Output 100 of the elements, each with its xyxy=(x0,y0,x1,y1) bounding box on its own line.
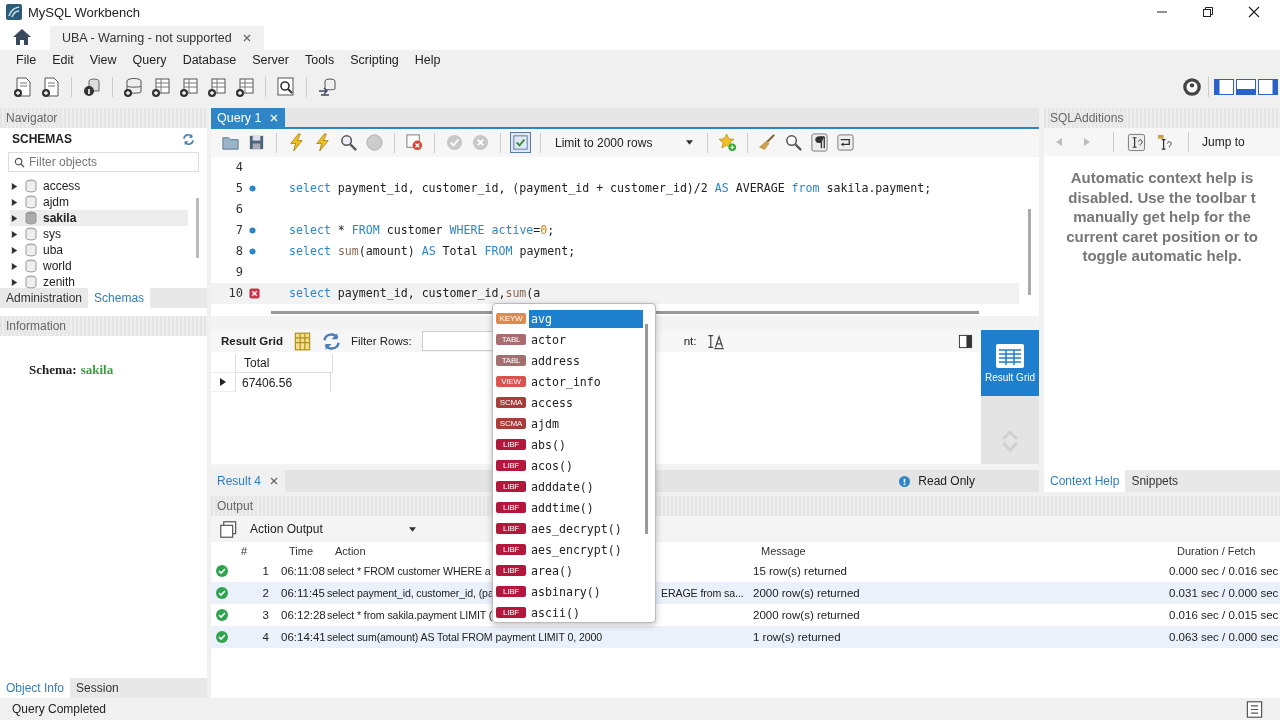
menu-item[interactable]: Query xyxy=(124,53,175,67)
autocomplete-item[interactable]: TABL address xyxy=(493,350,643,371)
menu-item[interactable]: Scripting xyxy=(342,53,407,67)
database-add-icon[interactable] xyxy=(122,76,144,98)
table-corner-cell[interactable] xyxy=(211,354,236,374)
pilcrow-icon[interactable] xyxy=(810,133,830,153)
column-header[interactable]: # xyxy=(241,545,248,557)
column-header[interactable]: Time xyxy=(289,545,314,557)
menu-item[interactable]: Server xyxy=(244,53,297,67)
autocomplete-item[interactable]: LIBF adddate() xyxy=(493,476,643,497)
check-icon[interactable] xyxy=(445,133,464,153)
result-grid-button[interactable]: Result Grid xyxy=(981,330,1039,397)
expand-arrow-icon[interactable] xyxy=(10,229,19,239)
schema-item[interactable]: access xyxy=(10,178,188,194)
autocomplete-item[interactable]: LIBF aes_decrypt() xyxy=(493,518,643,539)
panel-tab[interactable]: Session xyxy=(70,678,125,698)
panel-tab[interactable]: Schemas xyxy=(88,288,151,308)
schema-item[interactable]: sys xyxy=(10,226,188,242)
autocomplete-item[interactable]: VIEW actor_info xyxy=(493,371,643,392)
database-sync-icon[interactable] xyxy=(316,76,338,98)
refresh-icon[interactable] xyxy=(182,132,195,146)
wrap-icon[interactable] xyxy=(836,133,856,153)
expand-arrow-icon[interactable] xyxy=(10,181,19,191)
line-number: 5 xyxy=(234,181,243,195)
home-icon[interactable] xyxy=(12,28,32,46)
find-icon[interactable] xyxy=(784,133,804,153)
inspect-icon[interactable] xyxy=(275,76,297,98)
line-number: 10 xyxy=(227,286,243,300)
query-tab[interactable]: Query 1 xyxy=(211,108,286,128)
sidebar-toggle-icon[interactable] xyxy=(1214,79,1234,95)
output-toggle-icon[interactable] xyxy=(1236,79,1256,95)
column-header[interactable]: Total xyxy=(236,354,333,374)
table-add-icon[interactable] xyxy=(150,76,172,98)
context-help-icon[interactable] xyxy=(1127,132,1146,152)
scrollbar-thumb[interactable] xyxy=(645,324,648,534)
open-file-icon[interactable] xyxy=(40,76,62,98)
filter-field[interactable]: Filter objects xyxy=(8,152,199,172)
database-info-icon[interactable] xyxy=(81,76,103,98)
column-header[interactable]: Duration / Fetch xyxy=(1177,545,1256,557)
autocomplete-item[interactable]: LIBF ascii() xyxy=(493,602,643,623)
expand-arrow-icon[interactable] xyxy=(10,277,19,287)
refresh-icon[interactable] xyxy=(322,331,341,351)
autocomplete-item[interactable]: LIBF abs() xyxy=(493,434,643,455)
panel-tab[interactable]: Context Help xyxy=(1044,470,1126,492)
toggle-icon[interactable] xyxy=(511,133,530,153)
table-cell-text: 2000 row(s) returned xyxy=(752,609,861,621)
autocomplete-item[interactable]: SCMA access xyxy=(493,392,643,413)
copy-icon[interactable] xyxy=(219,519,238,539)
autocomplete-item[interactable]: LIBF aes_encrypt() xyxy=(493,539,643,560)
side-panel-toggle-icon[interactable] xyxy=(1258,79,1278,95)
autocomplete-item[interactable]: LIBF area() xyxy=(493,560,643,581)
close-icon[interactable] xyxy=(1248,6,1260,18)
autocomplete-item[interactable]: LIBF addtime() xyxy=(493,497,643,518)
limit-dropdown[interactable]: Limit to 2000 rows xyxy=(551,132,698,153)
broom-icon[interactable] xyxy=(758,133,778,153)
settings-icon[interactable] xyxy=(1181,76,1203,98)
column-header[interactable]: Message xyxy=(761,545,806,557)
menu-item[interactable]: File xyxy=(8,53,45,67)
menu-item[interactable]: Tools xyxy=(296,53,343,67)
panel-toggle-icon[interactable] xyxy=(958,333,973,349)
autocomplete-item[interactable]: LIBF acos() xyxy=(493,455,643,476)
menu-item[interactable]: Database xyxy=(174,53,245,67)
code-line: select * FROM customer WHERE active=0; xyxy=(289,223,555,237)
stop-toggle-icon[interactable] xyxy=(405,133,424,153)
table-cell: select * from sakila.payment LIMIT ( xyxy=(327,609,493,621)
menu-item[interactable]: Help xyxy=(406,53,449,67)
autocomplete-item[interactable]: TABL actor xyxy=(493,329,643,350)
view-add-icon[interactable] xyxy=(178,76,200,98)
schema-item[interactable]: uba xyxy=(10,242,188,258)
log-icon[interactable] xyxy=(1245,699,1264,719)
expand-arrow-icon[interactable] xyxy=(10,245,19,255)
jump-to-dropdown[interactable]: Jump to xyxy=(1202,135,1245,149)
schema-item[interactable]: ajdm xyxy=(10,194,188,210)
schema-item[interactable]: zenith xyxy=(10,274,188,290)
auto-help-icon[interactable] xyxy=(1156,132,1175,152)
column-header[interactable]: Action xyxy=(335,545,366,557)
expand-arrow-icon[interactable] xyxy=(10,213,19,223)
lightning-icon[interactable] xyxy=(287,133,306,153)
expand-arrow-icon[interactable] xyxy=(10,261,19,271)
panel-tab[interactable]: Administration xyxy=(0,288,89,308)
document-tab[interactable]: UBA - Warning - not supported xyxy=(50,26,264,50)
expand-arrow-icon[interactable] xyxy=(10,197,19,207)
output-type-dropdown[interactable]: Action Output xyxy=(246,519,420,539)
new-file-icon[interactable] xyxy=(12,76,34,98)
panel-tab[interactable]: Object Info xyxy=(0,678,71,698)
grid-icon[interactable] xyxy=(293,331,312,351)
procedure-add-icon[interactable] xyxy=(206,76,228,98)
panel-tab[interactable]: Snippets xyxy=(1125,470,1185,492)
menu-item[interactable]: View xyxy=(81,53,125,67)
restore-icon[interactable] xyxy=(1202,6,1214,18)
result-tab[interactable]: Result 4 xyxy=(211,470,286,492)
autocomplete-item[interactable]: SCMA ajdm xyxy=(493,413,643,434)
autocomplete-item[interactable]: LIBF asbinary() xyxy=(493,581,643,602)
function-add-icon[interactable] xyxy=(234,76,256,98)
star-add-icon[interactable] xyxy=(718,133,738,153)
schema-item[interactable]: sakila xyxy=(10,210,188,226)
search-icon[interactable] xyxy=(339,133,358,153)
schema-item[interactable]: world xyxy=(10,258,188,274)
menu-item[interactable]: Edit xyxy=(44,53,82,67)
table-cell: 0.000 sec / 0.016 sec xyxy=(1169,565,1280,577)
